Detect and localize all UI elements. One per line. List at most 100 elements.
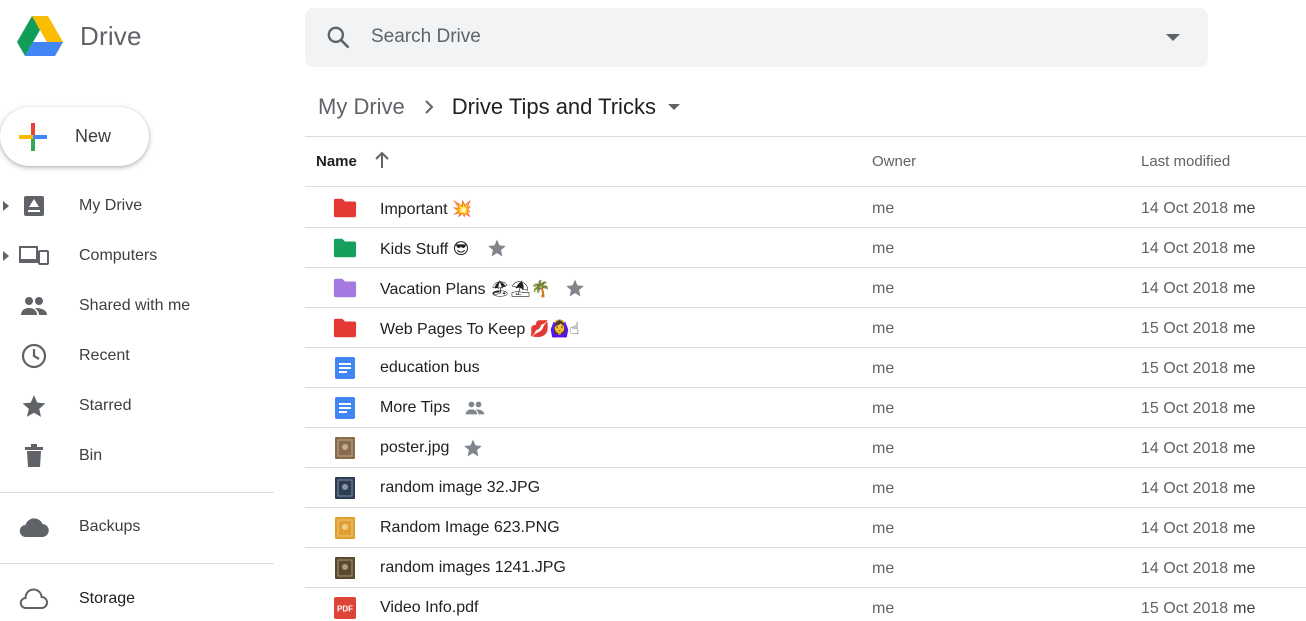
clock-icon bbox=[19, 343, 49, 369]
image-thumbnail-icon bbox=[333, 437, 357, 459]
sidebar-divider bbox=[0, 563, 274, 564]
shared-people-icon bbox=[465, 401, 484, 415]
star-icon bbox=[19, 393, 49, 419]
file-list-header: Name Owner Last modified bbox=[305, 137, 1306, 187]
sidebar-nav: My Drive Computers Shared with me Recent… bbox=[0, 181, 274, 481]
star-icon bbox=[487, 239, 506, 257]
file-row[interactable]: More Tips me 15 Oct 2018 me bbox=[305, 388, 1306, 428]
modified-by: me bbox=[1233, 320, 1256, 337]
expand-arrow-icon[interactable] bbox=[3, 251, 9, 261]
file-row[interactable]: Important 💥 me 14 Oct 2018 me bbox=[305, 188, 1306, 228]
column-header-name[interactable]: Name bbox=[316, 153, 357, 170]
file-row[interactable]: PDF Video Info.pdf me 15 Oct 2018 me bbox=[305, 588, 1306, 621]
drive-logo[interactable]: Drive bbox=[16, 14, 142, 58]
file-name: random images 1241.JPG bbox=[380, 559, 566, 576]
image-thumbnail-icon bbox=[333, 557, 357, 579]
file-owner: me bbox=[872, 600, 895, 617]
cloud-filled-icon bbox=[19, 514, 49, 540]
modified-by: me bbox=[1233, 600, 1256, 617]
file-row[interactable]: random image 32.JPG me 14 Oct 2018 me bbox=[305, 468, 1306, 508]
file-last-modified: 14 Oct 2018 me bbox=[1141, 560, 1255, 578]
folder-icon bbox=[333, 277, 357, 299]
search-bar[interactable] bbox=[305, 8, 1208, 67]
sidebar-item-my-drive[interactable]: My Drive bbox=[0, 181, 274, 231]
file-owner: me bbox=[872, 200, 895, 217]
file-owner: me bbox=[872, 240, 895, 257]
file-last-modified: 14 Oct 2018 me bbox=[1141, 480, 1255, 498]
modified-date: 14 Oct 2018 bbox=[1141, 240, 1229, 257]
file-owner: me bbox=[872, 520, 895, 537]
sidebar-item-label: Computers bbox=[79, 247, 158, 264]
file-owner: me bbox=[872, 280, 895, 297]
modified-by: me bbox=[1233, 280, 1256, 297]
image-thumbnail-icon bbox=[333, 477, 357, 499]
sidebar-item-recent[interactable]: Recent bbox=[0, 331, 274, 381]
file-last-modified: 14 Oct 2018 me bbox=[1141, 440, 1255, 458]
file-owner: me bbox=[872, 400, 895, 417]
drive-logo-icon bbox=[17, 16, 63, 56]
modified-date: 14 Oct 2018 bbox=[1141, 200, 1229, 217]
modified-by: me bbox=[1233, 440, 1256, 457]
sort-arrow-up-icon[interactable] bbox=[373, 150, 391, 170]
file-last-modified: 15 Oct 2018 me bbox=[1141, 400, 1255, 418]
column-header-owner[interactable]: Owner bbox=[872, 153, 916, 170]
file-row[interactable]: Web Pages To Keep 💋🙆‍♀️☝ me 15 Oct 2018 me bbox=[305, 308, 1306, 348]
computers-icon bbox=[19, 243, 49, 269]
new-button[interactable]: New bbox=[0, 107, 149, 166]
sidebar-item-starred[interactable]: Starred bbox=[0, 381, 274, 431]
chevron-right-icon bbox=[425, 100, 434, 114]
modified-by: me bbox=[1233, 240, 1256, 257]
file-list: Important 💥 me 14 Oct 2018 me Kids Stuff 😎 me… bbox=[305, 188, 1306, 621]
file-name: Vacation Plans 🏖⛱🌴 bbox=[380, 281, 551, 298]
modified-date: 14 Oct 2018 bbox=[1141, 520, 1229, 537]
search-input[interactable] bbox=[371, 18, 1151, 56]
file-last-modified: 15 Oct 2018 me bbox=[1141, 360, 1255, 378]
file-row[interactable]: education bus me 15 Oct 2018 me bbox=[305, 348, 1306, 388]
breadcrumb: My Drive Drive Tips and Tricks bbox=[318, 92, 680, 122]
column-header-last-modified[interactable]: Last modified bbox=[1141, 153, 1230, 170]
cloud-outline-icon bbox=[19, 586, 49, 612]
file-row[interactable]: Random Image 623.PNG me 14 Oct 2018 me bbox=[305, 508, 1306, 548]
modified-by: me bbox=[1233, 360, 1256, 377]
sidebar-item-backups[interactable]: Backups bbox=[0, 502, 274, 552]
file-name: Video Info.pdf bbox=[380, 599, 479, 616]
folder-icon bbox=[333, 317, 357, 339]
modified-by: me bbox=[1233, 480, 1256, 497]
google-doc-icon bbox=[333, 357, 357, 379]
shared-people-icon bbox=[19, 293, 49, 319]
sidebar-item-label: Recent bbox=[79, 347, 130, 364]
modified-by: me bbox=[1233, 560, 1256, 577]
sidebar-item-label: Shared with me bbox=[79, 297, 191, 314]
file-row[interactable]: poster.jpg me 14 Oct 2018 me bbox=[305, 428, 1306, 468]
svg-text:PDF: PDF bbox=[337, 605, 353, 614]
sidebar-item-label: Starred bbox=[79, 397, 132, 414]
file-row[interactable]: Vacation Plans 🏖⛱🌴 me 14 Oct 2018 me bbox=[305, 268, 1306, 308]
app-title: Drive bbox=[80, 20, 142, 51]
sidebar-item-bin[interactable]: Bin bbox=[0, 431, 274, 481]
sidebar-item-label: Bin bbox=[79, 447, 103, 464]
file-row[interactable]: random images 1241.JPG me 14 Oct 2018 me bbox=[305, 548, 1306, 588]
expand-arrow-icon[interactable] bbox=[3, 201, 9, 211]
folder-menu-chevron-down-icon[interactable] bbox=[667, 104, 680, 110]
modified-by: me bbox=[1233, 400, 1256, 417]
file-row[interactable]: Kids Stuff 😎 me 14 Oct 2018 me bbox=[305, 228, 1306, 268]
file-last-modified: 15 Oct 2018 me bbox=[1141, 600, 1255, 618]
file-last-modified: 14 Oct 2018 me bbox=[1141, 240, 1255, 258]
file-owner: me bbox=[872, 560, 895, 577]
breadcrumb-current-folder[interactable]: Drive Tips and Tricks bbox=[452, 94, 656, 120]
file-last-modified: 14 Oct 2018 me bbox=[1141, 280, 1255, 298]
modified-date: 15 Oct 2018 bbox=[1141, 320, 1229, 337]
sidebar-item-shared-with-me[interactable]: Shared with me bbox=[0, 281, 274, 331]
breadcrumb-my-drive[interactable]: My Drive bbox=[318, 94, 405, 120]
file-last-modified: 14 Oct 2018 me bbox=[1141, 520, 1255, 538]
file-last-modified: 14 Oct 2018 me bbox=[1141, 200, 1255, 218]
file-name: Web Pages To Keep 💋🙆‍♀️☝ bbox=[380, 321, 580, 338]
search-options-chevron-icon[interactable] bbox=[1166, 34, 1180, 41]
sidebar-item-computers[interactable]: Computers bbox=[0, 231, 274, 281]
image-thumbnail-icon bbox=[333, 517, 357, 539]
file-name: random image 32.JPG bbox=[380, 479, 541, 496]
modified-date: 14 Oct 2018 bbox=[1141, 560, 1229, 577]
modified-by: me bbox=[1233, 520, 1256, 537]
sidebar-item-storage[interactable]: Storage bbox=[0, 574, 274, 621]
search-icon[interactable] bbox=[325, 24, 351, 50]
